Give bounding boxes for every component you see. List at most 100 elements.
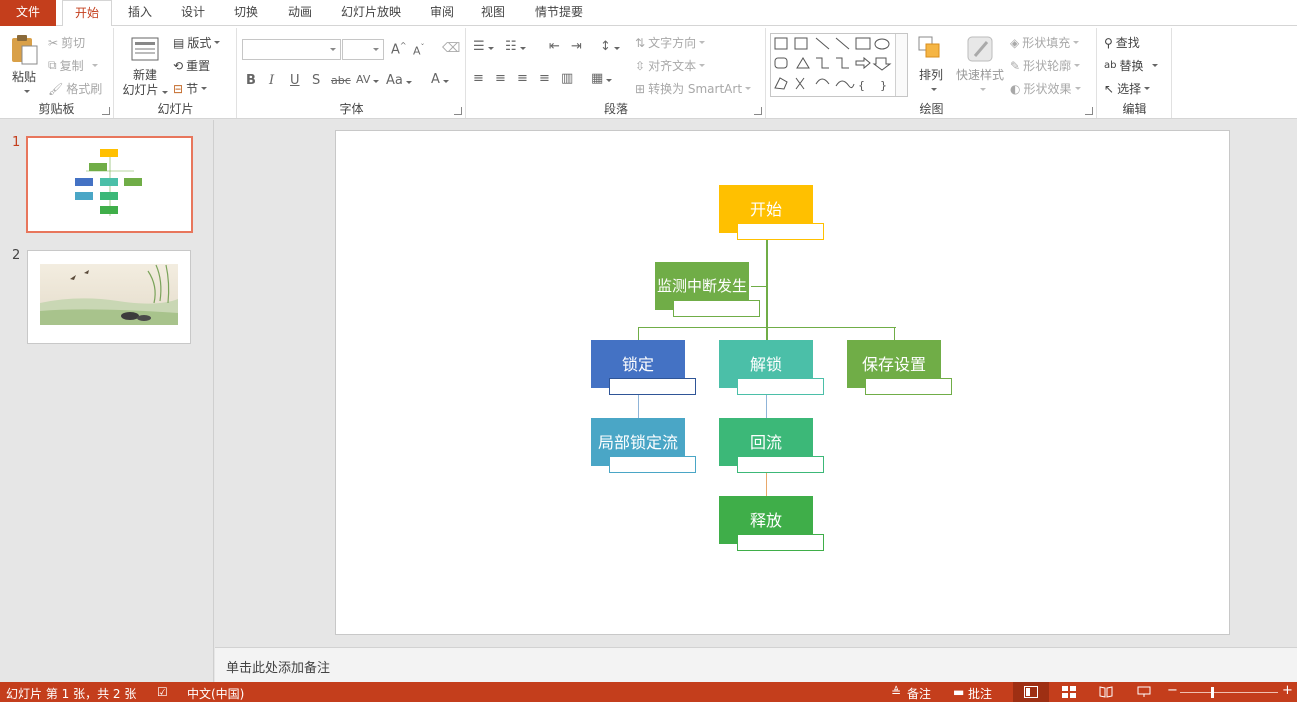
cut-button[interactable]: ✂ 剪切 [48, 34, 85, 51]
language-status[interactable]: 中文(中国) [187, 685, 244, 702]
tab-slideshow[interactable]: 幻灯片放映 [333, 0, 409, 26]
spellcheck-icon[interactable]: ☑ [157, 685, 168, 699]
font-color-button[interactable]: A [431, 72, 449, 87]
shape-effects-button[interactable]: ◐ 形状效果 [1010, 80, 1081, 97]
format-painter-button[interactable]: 🖌 格式刷 [48, 80, 102, 97]
char-spacing-button[interactable]: AV [356, 73, 380, 86]
tab-storyboard[interactable]: 情节提要 [526, 0, 592, 26]
quick-styles-button[interactable]: 快速样式 [952, 32, 1008, 96]
zoom-out-icon[interactable]: − [1167, 683, 1178, 698]
decrease-indent-icon[interactable]: ⇤ [549, 39, 560, 54]
copy-icon: ⧉ [48, 58, 57, 72]
shape-fill-button[interactable]: ◈ 形状填充 [1010, 34, 1080, 51]
select-button[interactable]: ↖ 选择 [1104, 80, 1151, 97]
align-right-icon[interactable]: ≡ [517, 71, 528, 86]
font-size-combo[interactable] [342, 39, 384, 60]
comments-icon[interactable]: ▬ [953, 685, 964, 699]
justify-icon[interactable]: ≡ [539, 71, 550, 86]
arrange-button[interactable]: 排列 [913, 32, 949, 96]
notes-toggle-icon[interactable]: ≜ [891, 685, 901, 699]
notes-toggle-button[interactable]: 备注 [907, 685, 931, 702]
shapes-gallery[interactable]: { } [770, 33, 908, 97]
numbering-icon[interactable]: ☷ [505, 39, 526, 54]
node-save-textbox[interactable] [865, 378, 952, 395]
tab-home[interactable]: 开始 [62, 0, 112, 27]
line-spacing-icon[interactable]: ↕ [600, 39, 620, 54]
slide-thumbnail-1[interactable] [26, 136, 193, 233]
slide-sorter-icon[interactable] [1062, 686, 1076, 698]
slide-thumbnail-2[interactable] [27, 250, 191, 344]
font-launcher-icon[interactable] [454, 107, 462, 115]
text-direction-button[interactable]: ⇅ 文字方向 [635, 34, 706, 51]
zoom-slider-thumb[interactable] [1211, 687, 1214, 698]
thumbnail-number-1: 1 [12, 135, 21, 150]
align-left-icon[interactable]: ≡ [473, 71, 484, 86]
connector-to-lock [638, 327, 639, 341]
node-backflow-textbox[interactable] [737, 456, 824, 473]
bullets-icon[interactable]: ☰ [473, 39, 494, 54]
shrink-font-icon[interactable]: Aˇ [413, 43, 425, 58]
font-name-combo[interactable] [242, 39, 341, 60]
node-lock-textbox[interactable] [609, 378, 696, 395]
clipboard-group-label: 剪贴板 [38, 102, 75, 116]
node-monitor-textbox[interactable] [673, 300, 760, 317]
new-slide-label-line1: 新建 [132, 68, 157, 82]
normal-view-icon [1024, 686, 1038, 698]
node-start-textbox[interactable] [737, 223, 824, 240]
reset-button[interactable]: ⟲ 重置 [173, 57, 210, 74]
tab-insert[interactable]: 插入 [118, 0, 162, 26]
node-partial-textbox[interactable] [609, 456, 696, 473]
layout-button[interactable]: ▤ 版式 [173, 34, 221, 51]
columns-icon[interactable]: ▦ [591, 71, 613, 86]
distribute-icon[interactable]: ▥ [561, 71, 573, 86]
paragraph-launcher-icon[interactable] [754, 107, 762, 115]
tab-review[interactable]: 审阅 [420, 0, 464, 26]
connector-assistant [751, 286, 766, 287]
copy-button[interactable]: ⧉ 复制 [48, 57, 98, 74]
cursor-icon: ↖ [1104, 81, 1115, 96]
tab-file[interactable]: 文件 [0, 0, 56, 26]
font-group-label: 字体 [339, 102, 364, 116]
notes-pane[interactable]: 单击此处添加备注 [215, 647, 1297, 682]
shapes-gallery-scrollbar[interactable] [895, 34, 907, 96]
font-size-dropdown-icon[interactable] [369, 40, 383, 59]
slides-group-label: 幻灯片 [157, 102, 194, 116]
tab-design[interactable]: 设计 [171, 0, 215, 26]
normal-view-button[interactable] [1013, 682, 1049, 702]
node-release-textbox[interactable] [737, 534, 824, 551]
comments-button[interactable]: 批注 [968, 685, 992, 702]
section-button[interactable]: ⊟ 节 [173, 80, 208, 97]
drawing-launcher-icon[interactable] [1085, 107, 1093, 115]
shadow-button[interactable]: S [312, 73, 320, 88]
bold-button[interactable]: B [246, 73, 256, 88]
scissors-icon: ✂ [48, 35, 59, 50]
reading-view-icon[interactable] [1099, 686, 1113, 698]
slide-canvas[interactable]: 开始 监测中断发生 锁定 解锁 保存设置 局部锁定流 回流 释放 [335, 130, 1230, 635]
align-center-icon[interactable]: ≡ [495, 71, 506, 86]
tab-animations[interactable]: 动画 [278, 0, 322, 26]
ribbon: 粘贴 ✂ 剪切 ⧉ 复制 🖌 格式刷 剪贴板 新建 幻灯片 ▤ 版式 ⟲ 重置 … [0, 26, 1297, 119]
font-name-dropdown-icon[interactable] [326, 40, 340, 59]
increase-indent-icon[interactable]: ⇥ [571, 39, 582, 54]
align-text-button[interactable]: ⇳ 对齐文本 [635, 57, 706, 74]
clear-formatting-icon[interactable]: ⌫ [442, 41, 460, 56]
strikethrough-button[interactable]: abc [331, 74, 351, 87]
new-slide-button[interactable]: 新建 幻灯片 [119, 32, 171, 98]
zoom-in-icon[interactable]: + [1282, 683, 1293, 698]
node-unlock-textbox[interactable] [737, 378, 824, 395]
find-button[interactable]: ⚲ 查找 [1104, 34, 1140, 51]
grow-font-icon[interactable]: A^ [391, 41, 407, 57]
zoom-slider[interactable] [1180, 692, 1278, 693]
change-case-button[interactable]: Aa [386, 73, 412, 88]
clipboard-launcher-icon[interactable] [102, 107, 110, 115]
convert-smartart-button[interactable]: ⊞ 转换为 SmartArt [635, 80, 752, 97]
tab-transitions[interactable]: 切换 [224, 0, 268, 26]
paste-button[interactable]: 粘贴 [6, 32, 42, 94]
tab-view[interactable]: 视图 [471, 0, 515, 26]
group-drawing: { } 排列 快速样式 ◈ 形状填充 ✎ 形状轮廓 ◐ 形状效果 绘图 [767, 28, 1097, 118]
underline-button[interactable]: U [290, 73, 300, 88]
slideshow-view-icon[interactable] [1137, 686, 1151, 698]
shape-outline-button[interactable]: ✎ 形状轮廓 [1010, 57, 1081, 74]
italic-button[interactable]: I [269, 73, 274, 88]
replace-button[interactable]: ab 替换 [1104, 57, 1158, 74]
